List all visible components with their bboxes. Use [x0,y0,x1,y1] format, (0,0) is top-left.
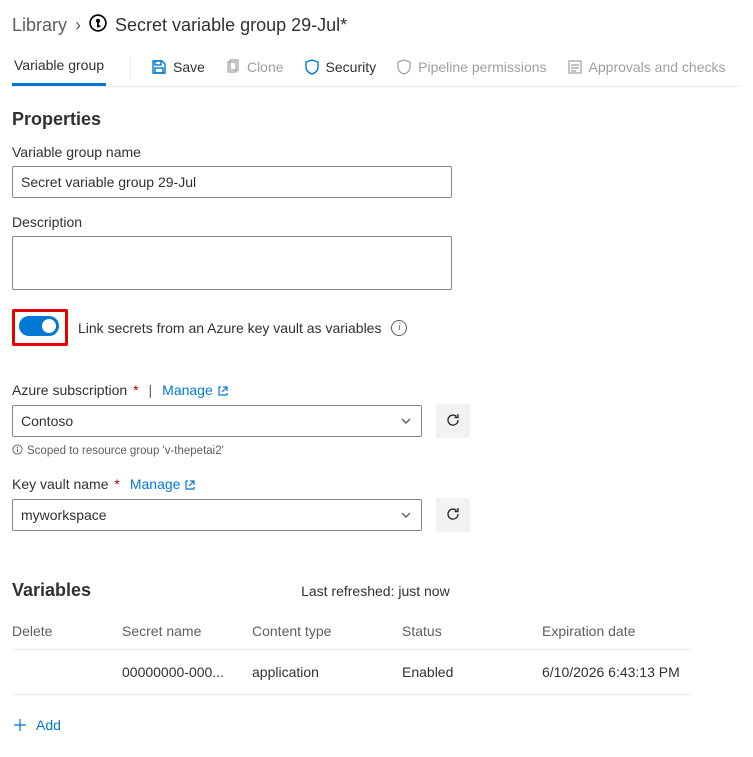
keyvault-label: Key vault name * [12,476,120,492]
external-link-icon [184,478,196,490]
chevron-right-icon: › [75,15,81,36]
keyvault-select[interactable]: myworkspace [12,499,422,531]
separator [130,56,131,78]
plus-icon [12,717,28,733]
info-icon[interactable]: i [391,320,407,336]
properties-heading: Properties [12,109,741,130]
cell-delete[interactable] [12,650,122,695]
security-button[interactable]: Security [294,47,387,86]
refresh-icon [445,412,461,431]
refresh-icon [445,506,461,525]
description-label: Description [12,214,741,230]
shield-icon [304,59,320,75]
last-refreshed-text: Last refreshed: just now [301,583,450,599]
info-small-icon [12,444,23,458]
keyvault-refresh-button[interactable] [436,498,470,532]
cell-expiration: 6/10/2026 6:43:13 PM [542,650,692,695]
separator: | [149,382,153,398]
cell-content-type: application [252,650,402,695]
clone-button[interactable]: Clone [215,47,294,86]
save-button[interactable]: Save [141,47,215,86]
column-delete: Delete [12,623,122,650]
keyvault-manage-link[interactable]: Manage [130,476,197,492]
clone-icon [225,59,241,75]
description-input[interactable] [12,236,452,290]
column-expiration: Expiration date [542,623,692,650]
chevron-down-icon [399,508,413,522]
tab-bar: Variable group Save Clone Security Pipel… [12,47,741,87]
tab-variable-group[interactable]: Variable group [12,47,106,86]
name-label: Variable group name [12,144,741,160]
chevron-down-icon [399,414,413,428]
external-link-icon [217,384,229,396]
column-status: Status [402,623,542,650]
variables-heading: Variables [12,580,91,601]
column-content-type: Content type [252,623,402,650]
approvals-icon [567,59,583,75]
keyvault-icon [89,14,107,37]
shield-outline-icon [396,59,412,75]
breadcrumb: Library › Secret variable group 29-Jul* [12,10,741,47]
cell-status: Enabled [402,650,542,695]
subscription-hint: Scoped to resource group 'v-thepetai2' [12,444,741,458]
link-secrets-highlight [12,309,68,346]
link-secrets-label: Link secrets from an Azure key vault as … [78,320,381,336]
save-icon [151,59,167,75]
subscription-label: Azure subscription * [12,382,139,398]
add-button[interactable]: Add [12,717,741,733]
table-row[interactable]: 00000000-000... application Enabled 6/10… [12,650,692,695]
subscription-refresh-button[interactable] [436,404,470,438]
cell-secret-name: 00000000-000... [122,650,252,695]
approvals-button[interactable]: Approvals and checks [557,47,736,86]
subscription-manage-link[interactable]: Manage [162,382,229,398]
variable-group-name-input[interactable] [12,166,452,198]
subscription-select[interactable]: Contoso [12,405,422,437]
link-secrets-toggle[interactable] [19,316,59,336]
column-secret-name: Secret name [122,623,252,650]
pipeline-permissions-button[interactable]: Pipeline permissions [386,47,556,86]
breadcrumb-library[interactable]: Library [12,15,67,36]
page-title: Secret variable group 29-Jul* [115,15,347,36]
variables-table: Delete Secret name Content type Status E… [12,623,692,695]
